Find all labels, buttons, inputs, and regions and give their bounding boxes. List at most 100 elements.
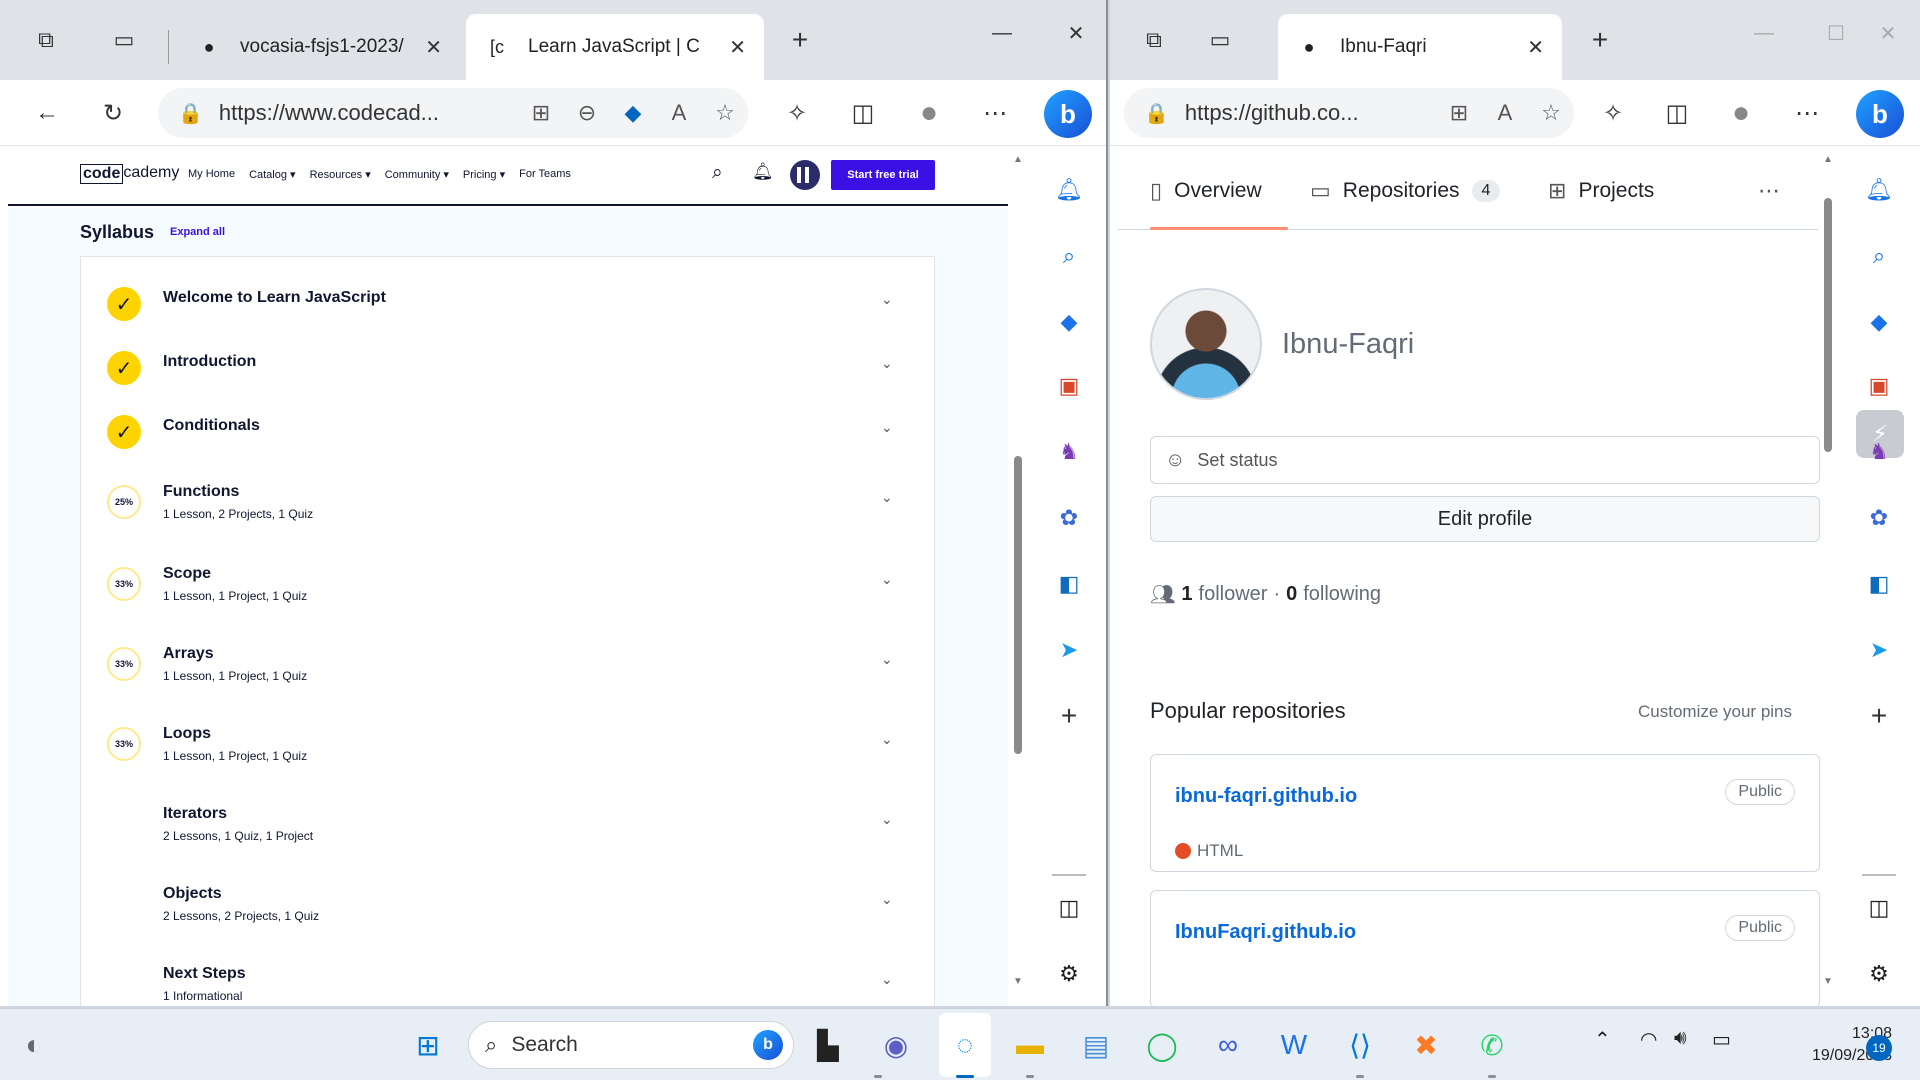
shopping-tag-icon[interactable]: ◆ bbox=[1863, 306, 1895, 338]
teams-chat-icon[interactable]: ◉ bbox=[874, 1023, 918, 1067]
nav-pricing[interactable]: Pricing ▾ bbox=[463, 168, 505, 181]
module-row[interactable]: 33% Scope 1 Lesson, 1 Project, 1 Quiz ⌄ bbox=[81, 529, 936, 609]
chevron-down-icon[interactable]: ⌄ bbox=[881, 291, 893, 308]
more-tabs-icon[interactable]: ⋯ bbox=[1758, 178, 1780, 204]
split-screen-icon[interactable]: ◫ bbox=[842, 92, 884, 134]
tab-github-vocasia[interactable]: ● vocasia-fsjs1-2023/ ✕ bbox=[178, 14, 460, 80]
user-avatar[interactable] bbox=[790, 160, 820, 190]
tools-icon[interactable]: ▣ bbox=[1863, 370, 1895, 402]
whatsapp-icon[interactable]: ✆ bbox=[1470, 1023, 1514, 1067]
file-explorer-icon[interactable]: ▬ bbox=[1008, 1023, 1052, 1067]
tab-actions-icon[interactable]: ▭ bbox=[102, 18, 146, 62]
games-icon[interactable]: ♞ bbox=[1863, 436, 1895, 468]
outlook-icon[interactable]: ◧ bbox=[1053, 568, 1085, 600]
favorite-star-icon[interactable]: ☆ bbox=[1528, 100, 1574, 126]
module-row[interactable]: 33% Loops 1 Lesson, 1 Project, 1 Quiz ⌄ bbox=[81, 689, 936, 769]
split-screen-icon[interactable]: ◫ bbox=[1656, 92, 1698, 134]
chevron-down-icon[interactable]: ⌄ bbox=[881, 355, 893, 372]
nav-resources[interactable]: Resources ▾ bbox=[310, 168, 371, 181]
hide-sidebar-icon[interactable]: ◫ bbox=[1863, 892, 1895, 924]
add-icon[interactable]: + bbox=[1053, 700, 1085, 732]
chevron-down-icon[interactable]: ⌄ bbox=[881, 971, 893, 988]
module-row[interactable]: ✓ Conditionals ⌄ bbox=[81, 385, 936, 449]
expand-all-link[interactable]: Expand all bbox=[170, 226, 225, 238]
drop-icon[interactable]: ➤ bbox=[1863, 634, 1895, 666]
nav-catalog[interactable]: Catalog ▾ bbox=[249, 168, 296, 181]
edit-profile-button[interactable]: Edit profile bbox=[1150, 496, 1820, 542]
codecademy-logo[interactable]: code cademy bbox=[80, 164, 179, 184]
notification-bell-icon[interactable]: 🔔︎ bbox=[752, 162, 774, 182]
following-count[interactable]: 0 bbox=[1286, 583, 1297, 606]
chevron-down-icon[interactable]: ⌄ bbox=[881, 419, 893, 436]
module-row[interactable]: ✓ Welcome to Learn JavaScript ⌄ bbox=[81, 257, 936, 321]
infinity-app-icon[interactable]: ∞ bbox=[1206, 1023, 1250, 1067]
battery-icon[interactable]: ▭ bbox=[1712, 1027, 1731, 1052]
chevron-down-icon[interactable]: ⌄ bbox=[881, 571, 893, 588]
address-bar[interactable]: 🔒 https://www.codecad... ⊞ ⊖ ◆ A ☆ bbox=[158, 88, 748, 138]
taskbar-search-box[interactable]: ⌕ Search b bbox=[468, 1021, 794, 1069]
vscode-icon[interactable]: ⟨⟩ bbox=[1338, 1023, 1382, 1067]
close-tab-icon[interactable]: ✕ bbox=[729, 35, 746, 60]
app-available-icon[interactable]: ⊞ bbox=[518, 100, 564, 126]
show-hidden-icons-chevron-icon[interactable]: ⌃ bbox=[1594, 1027, 1611, 1052]
address-bar[interactable]: 🔒 https://github.co... ⊞ A ☆ bbox=[1124, 88, 1574, 138]
chevron-down-icon[interactable]: ⌄ bbox=[881, 651, 893, 668]
notepad-app-icon[interactable]: ▤ bbox=[1074, 1023, 1118, 1067]
bing-copilot-icon[interactable]: b bbox=[1044, 90, 1092, 138]
scroll-up-icon[interactable]: ▲ bbox=[1013, 154, 1023, 165]
chevron-down-icon[interactable]: ⌄ bbox=[881, 489, 893, 506]
chevron-down-icon[interactable]: ⌄ bbox=[881, 891, 893, 908]
read-aloud-icon[interactable]: A bbox=[1482, 100, 1528, 126]
volume-icon[interactable]: 🔊︎ bbox=[1674, 1027, 1687, 1050]
module-row[interactable]: Iterators 2 Lessons, 1 Quiz, 1 Project ⌄ bbox=[81, 769, 936, 849]
module-row[interactable]: Objects 2 Lessons, 2 Projects, 1 Quiz ⌄ bbox=[81, 849, 936, 929]
notification-bell-icon[interactable]: 🔔︎ bbox=[1863, 174, 1895, 206]
close-tab-icon[interactable]: ✕ bbox=[425, 35, 442, 60]
wifi-icon[interactable]: ◠ bbox=[1640, 1027, 1657, 1052]
microsoft-365-icon[interactable]: ✿ bbox=[1863, 502, 1895, 534]
tab-repositories[interactable]: ▭ Repositories 4 bbox=[1310, 178, 1501, 204]
settings-gear-icon[interactable]: ⚙ bbox=[1863, 958, 1895, 990]
tools-icon[interactable]: ▣ bbox=[1053, 370, 1085, 402]
task-view-icon[interactable]: ▙ bbox=[806, 1023, 850, 1067]
shopping-tag-icon[interactable]: ◆ bbox=[1053, 306, 1085, 338]
tab-actions-icon[interactable]: ▭ bbox=[1198, 18, 1242, 62]
notification-count-badge[interactable]: 19 bbox=[1866, 1035, 1892, 1061]
more-menu-icon[interactable]: ⋯ bbox=[1786, 92, 1828, 134]
favorite-star-icon[interactable]: ☆ bbox=[702, 100, 748, 126]
notification-bell-icon[interactable]: 🔔︎ bbox=[1053, 174, 1085, 206]
tab-projects[interactable]: ⊞ Projects bbox=[1548, 178, 1654, 204]
minimize-icon[interactable]: — bbox=[1742, 18, 1786, 48]
xampp-icon[interactable]: ✖ bbox=[1404, 1023, 1448, 1067]
weather-widget-icon[interactable]: ◐ bbox=[12, 1023, 56, 1067]
following-label[interactable]: following bbox=[1303, 583, 1381, 606]
back-icon[interactable]: ← bbox=[26, 92, 68, 134]
hide-sidebar-icon[interactable]: ◫ bbox=[1053, 892, 1085, 924]
chevron-down-icon[interactable]: ⌄ bbox=[881, 731, 893, 748]
profile-avatar[interactable] bbox=[1150, 288, 1262, 400]
followers-count[interactable]: 1 bbox=[1181, 583, 1192, 606]
settings-gear-icon[interactable]: ⚙ bbox=[1053, 958, 1085, 990]
nav-my-home[interactable]: My Home bbox=[188, 168, 235, 181]
games-icon[interactable]: ♞ bbox=[1053, 436, 1085, 468]
scroll-thumb[interactable] bbox=[1824, 198, 1832, 452]
refresh-icon[interactable]: ↻ bbox=[92, 92, 134, 134]
followers-label[interactable]: follower bbox=[1199, 583, 1268, 606]
workspaces-icon[interactable]: ⧉ bbox=[24, 18, 68, 62]
set-status-button[interactable]: ☺ Set status bbox=[1150, 436, 1820, 484]
nav-community[interactable]: Community ▾ bbox=[385, 168, 449, 181]
tab-learn-javascript[interactable]: [c Learn JavaScript | C ✕ bbox=[466, 14, 764, 80]
more-menu-icon[interactable]: ⋯ bbox=[974, 92, 1016, 134]
nav-for-teams[interactable]: For Teams bbox=[519, 168, 571, 181]
maximize-icon[interactable]: ☐ bbox=[1814, 18, 1858, 48]
search-icon[interactable]: ⌕ bbox=[1863, 240, 1895, 272]
close-tab-icon[interactable]: ✕ bbox=[1527, 35, 1544, 60]
zoom-out-icon[interactable]: ⊖ bbox=[564, 100, 610, 126]
bing-copilot-icon[interactable]: b bbox=[1856, 90, 1904, 138]
workspaces-icon[interactable]: ⧉ bbox=[1132, 18, 1176, 62]
scroll-thumb[interactable] bbox=[1014, 456, 1022, 754]
app-available-icon[interactable]: ⊞ bbox=[1436, 100, 1482, 126]
coupon-tag-icon[interactable]: ◆ bbox=[610, 100, 656, 126]
repo-name-link[interactable]: ibnu-faqri.github.io bbox=[1175, 785, 1357, 808]
minimize-icon[interactable]: — bbox=[980, 18, 1024, 48]
